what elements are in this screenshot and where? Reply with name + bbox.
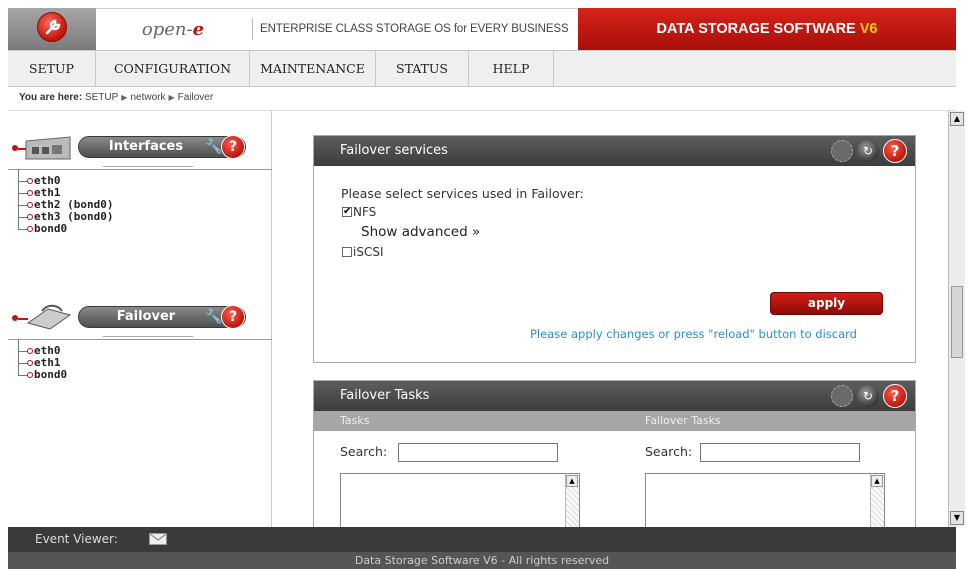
tagline: ENTERPRISE CLASS STORAGE OS for EVERY BU… (260, 23, 569, 35)
scroll-up-icon[interactable]: ▲ (566, 475, 578, 487)
failover-tasks-column-label: Failover Tasks (645, 414, 721, 427)
failover-tasks-listbox[interactable]: ▲ (645, 473, 885, 529)
scrollbar[interactable]: ▲ (565, 474, 579, 528)
help-icon[interactable]: ? (221, 135, 245, 159)
panel-header: Failover services ↻ ? (314, 136, 915, 166)
loading-icon (831, 140, 853, 162)
tasks-column-header: Tasks Failover Tasks (314, 411, 915, 431)
main-scrollbar[interactable]: ▲ ▼ (948, 111, 965, 527)
panel-title: Failover Tasks (340, 388, 430, 403)
brand-e: e (192, 18, 205, 40)
tasks-search-input[interactable] (398, 443, 558, 462)
node-icon (27, 226, 33, 232)
sidebar: Interfaces 🔧 ? eth0 eth1 eth2 (bond0) et… (8, 111, 272, 527)
tasks-listbox[interactable]: ▲ (340, 473, 580, 529)
scrollbar[interactable]: ▲ (870, 474, 884, 528)
product-version: V6 (859, 21, 878, 37)
chevron-right-icon: ▶ (121, 93, 128, 102)
home-icon-box[interactable] (8, 8, 96, 50)
breadcrumb-item[interactable]: network (130, 92, 165, 103)
nfs-label[interactable]: NFS (353, 205, 376, 219)
menu-setup[interactable]: SETUP (8, 51, 96, 86)
panel-header: Failover Tasks ↻ ? (314, 381, 915, 411)
node-icon (27, 178, 33, 184)
nfs-checkbox[interactable]: ✔ (342, 207, 352, 217)
node-icon (27, 214, 33, 220)
tasks-column-label: Tasks (340, 414, 370, 427)
menu-status[interactable]: STATUS (376, 51, 469, 86)
node-icon (27, 190, 33, 196)
help-icon[interactable]: ? (883, 139, 907, 163)
failover-title: Failover (116, 309, 176, 324)
interfaces-tree: eth0 eth1 eth2 (bond0) eth3 (bond0) bond… (18, 169, 113, 235)
scroll-up-icon[interactable]: ▲ (871, 475, 883, 487)
apply-button[interactable]: apply (770, 292, 883, 315)
tree-item-label[interactable]: bond0 (34, 368, 67, 381)
brand-logo: open-e (96, 8, 250, 50)
tree-item-bond0[interactable]: bond0 (18, 363, 67, 381)
scroll-down-icon[interactable]: ▼ (950, 511, 964, 525)
wrench-logo-icon[interactable] (37, 12, 67, 42)
tree-item-bond0[interactable]: bond0 (18, 217, 113, 235)
brand-text: open- (141, 18, 193, 40)
menu-configuration[interactable]: CONFIGURATION (96, 51, 250, 86)
failover-tasks-panel: Failover Tasks ↻ ? Tasks Failover Tasks … (313, 380, 916, 529)
divider (8, 339, 272, 340)
failover-tree: eth0 eth1 bond0 (18, 339, 67, 381)
main-menu: SETUP CONFIGURATION MAINTENANCE STATUS H… (8, 50, 956, 87)
menu-maintenance[interactable]: MAINTENANCE (250, 51, 376, 86)
tree-item-eth0[interactable]: eth0 (18, 169, 113, 187)
scroll-up-icon[interactable]: ▲ (950, 112, 964, 126)
failover-device-icon (18, 304, 72, 330)
interfaces-title: Interfaces (108, 139, 184, 154)
loading-icon (831, 385, 853, 407)
node-icon (27, 348, 33, 354)
interfaces-title-pill: Interfaces 🔧 ? (78, 135, 246, 159)
failover-title-pill: Failover 🔧 ? (78, 305, 246, 329)
reload-icon[interactable]: ↻ (857, 385, 879, 407)
breadcrumb-item[interactable]: SETUP (85, 92, 118, 103)
node-icon (27, 202, 33, 208)
product-banner: DATA STORAGE SOFTWARE V6 (578, 8, 956, 50)
breadcrumb-item[interactable]: Failover (178, 92, 214, 103)
apply-note: Please apply changes or press "reload" b… (530, 327, 857, 341)
search-label: Search: (645, 444, 693, 459)
divider (103, 166, 193, 167)
network-device-icon (18, 136, 71, 160)
show-advanced-link[interactable]: Show advanced » (361, 224, 480, 240)
footer: Data Storage Software V6 - All rights re… (8, 552, 956, 569)
app-window: open-e ENTERPRISE CLASS STORAGE OS for E… (0, 0, 971, 569)
scroll-thumb[interactable] (951, 286, 963, 358)
event-viewer-bar: Event Viewer: (8, 527, 956, 552)
search-label: Search: (340, 444, 388, 459)
services-prompt: Please select services used in Failover: (341, 186, 584, 201)
failover-tasks-search-input[interactable] (700, 443, 860, 462)
event-viewer-label: Event Viewer: (35, 532, 118, 546)
tree-item-label[interactable]: bond0 (34, 222, 67, 235)
reload-icon[interactable]: ↻ (857, 140, 879, 162)
iscsi-checkbox[interactable] (342, 247, 352, 257)
menu-help[interactable]: HELP (469, 51, 554, 86)
breadcrumb-prefix: You are here: (19, 92, 83, 103)
node-icon (27, 360, 33, 366)
envelope-icon[interactable] (149, 533, 167, 545)
help-icon[interactable]: ? (221, 305, 245, 329)
iscsi-label[interactable]: iSCSI (353, 245, 384, 259)
panel-title: Failover services (340, 143, 448, 158)
product-name: DATA STORAGE SOFTWARE (656, 21, 860, 37)
node-icon (27, 372, 33, 378)
breadcrumb: You are here: SETUP ▶ network ▶ Failover (8, 87, 956, 111)
divider (8, 169, 272, 170)
divider (103, 336, 193, 337)
divider (252, 18, 253, 40)
help-icon[interactable]: ? (883, 384, 907, 408)
chevron-right-icon: ▶ (168, 93, 175, 102)
